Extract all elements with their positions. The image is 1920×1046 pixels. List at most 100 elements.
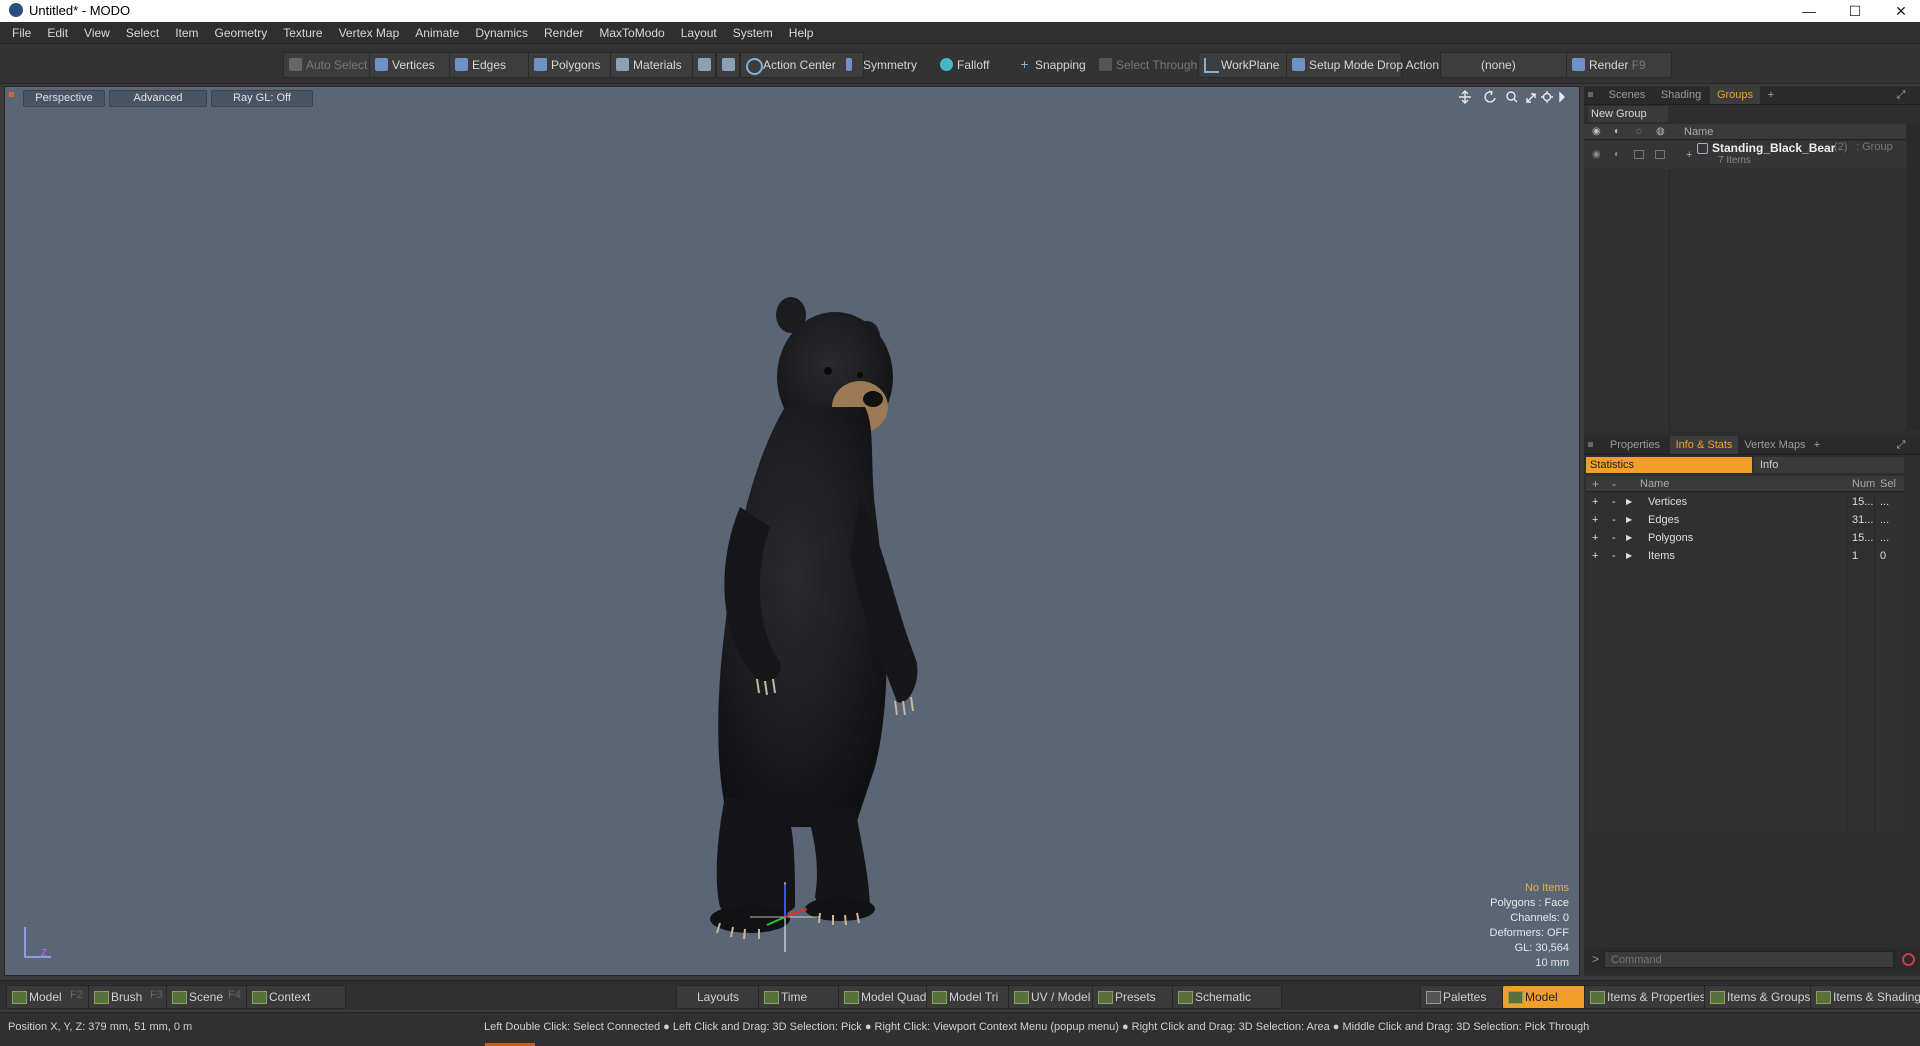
lock-header-icon: ◌ <box>1636 126 1642 137</box>
row-name: Polygons <box>1648 532 1694 544</box>
visibility-header-icon: ◉ <box>1592 126 1601 137</box>
view-mode-dropdown[interactable]: Perspective <box>23 90 105 107</box>
raygl-toggle[interactable]: Ray GL: Off <box>211 90 313 107</box>
command-input[interactable] <box>1604 951 1894 968</box>
tab-shading[interactable]: Shading <box>1656 86 1706 104</box>
expand-arrow-icon[interactable]: ▶ <box>1626 515 1632 524</box>
expand-arrow-icon[interactable]: ▶ <box>1626 533 1632 542</box>
maximize-button[interactable]: ☐ <box>1832 0 1878 22</box>
minimize-button[interactable]: — <box>1786 0 1832 22</box>
menu-animate[interactable]: Animate <box>407 22 467 44</box>
render-header-icon: ◐ <box>1614 126 1621 137</box>
rotate-icon[interactable] <box>1484 90 1496 103</box>
pan-icon[interactable] <box>1459 90 1471 104</box>
new-group-button[interactable]: New Group <box>1588 106 1668 122</box>
expand-panel-icon[interactable]: ⤢ <box>1894 86 1908 104</box>
pivot-mode-icon <box>722 58 735 71</box>
layout-items-shading-button[interactable]: Items & Shading <box>1810 985 1920 1009</box>
modo-logo-icon <box>9 3 23 17</box>
layout-icon <box>844 991 859 1004</box>
expand-arrow-icon[interactable]: ▶ <box>1626 497 1632 506</box>
groups-tabbar: Scenes Shading Groups + ⤢ <box>1584 86 1920 105</box>
viewport-menu-icon[interactable] <box>9 92 14 97</box>
remove-icon[interactable]: - <box>1612 550 1616 562</box>
pivot-mode-button[interactable] <box>716 52 740 78</box>
fkey-label: F3 <box>150 989 163 1001</box>
layout-icon <box>1590 991 1605 1004</box>
auto-select-icon <box>289 58 302 71</box>
render-button[interactable]: Render F9 <box>1566 52 1672 78</box>
add-icon[interactable]: + <box>1592 550 1598 562</box>
close-button[interactable]: ✕ <box>1878 0 1920 22</box>
bear-model[interactable] <box>645 207 945 957</box>
menu-render[interactable]: Render <box>536 22 591 44</box>
remove-icon[interactable]: - <box>1612 496 1616 508</box>
polygons-info: Polygons : Face <box>1490 897 1569 909</box>
menu-view[interactable]: View <box>76 22 118 44</box>
info-subtab[interactable]: Info <box>1754 457 1904 473</box>
remove-icon[interactable]: - <box>1612 514 1616 526</box>
tab-properties[interactable]: Properties <box>1604 436 1666 454</box>
layout-bar: Model F2 Brush F3 Scene F4 Context Layou… <box>0 980 1920 1010</box>
expand-panel-icon-2[interactable]: ⤢ <box>1894 436 1908 454</box>
tab-groups[interactable]: Groups <box>1710 86 1760 104</box>
add-tab-icon-2[interactable]: + <box>1810 436 1824 454</box>
table-row[interactable]: + - ▶ Polygons 15... ... <box>1586 530 1904 548</box>
add-icon[interactable]: + <box>1592 496 1598 508</box>
select-checkbox[interactable] <box>1655 150 1665 159</box>
lock-checkbox[interactable] <box>1634 150 1644 159</box>
vertices-icon <box>375 58 388 71</box>
panel-menu-icon-2[interactable] <box>1588 442 1593 447</box>
zoom-icon[interactable] <box>1506 91 1518 103</box>
gear-icon[interactable] <box>1541 91 1553 103</box>
menu-bar: File Edit View Select Item Geometry Texture Ver… <box>0 22 1920 44</box>
group-row[interactable]: ◉ ◐ + Standing_Black_Bear (2) : Group 7 … <box>1584 141 1906 169</box>
menu-help[interactable]: Help <box>781 22 822 44</box>
menu-geometry[interactable]: Geometry <box>207 22 276 44</box>
add-icon[interactable]: + <box>1592 532 1598 544</box>
command-bar: > <box>1584 948 1920 972</box>
menu-select[interactable]: Select <box>118 22 167 44</box>
table-row[interactable]: + - ▶ Edges 31... ... <box>1586 512 1904 530</box>
play-icon[interactable] <box>1559 91 1565 103</box>
shading-dropdown[interactable]: Advanced <box>109 90 207 107</box>
menu-vertex-map[interactable]: Vertex Map <box>331 22 408 44</box>
render-toggle-icon[interactable]: ◐ <box>1614 149 1620 160</box>
table-row[interactable]: + - ▶ Items 1 0 <box>1586 548 1904 566</box>
menu-texture[interactable]: Texture <box>275 22 330 44</box>
menu-item[interactable]: Item <box>167 22 206 44</box>
fit-icon[interactable] <box>1526 93 1536 103</box>
remove-all-icon[interactable]: - <box>1612 477 1616 491</box>
eye-icon[interactable]: ◉ <box>1592 149 1601 160</box>
add-icon[interactable]: + <box>1592 514 1598 526</box>
layout-context-button[interactable]: Context <box>246 985 346 1009</box>
tab-info-stats[interactable]: Info & Stats <box>1670 436 1738 454</box>
tab-scenes[interactable]: Scenes <box>1602 86 1652 104</box>
select-header-icon: ◍ <box>1656 126 1665 137</box>
menu-layout[interactable]: Layout <box>673 22 725 44</box>
groups-scrollbar[interactable] <box>1907 124 1920 430</box>
fkey-label: F4 <box>228 989 241 1001</box>
menu-dynamics[interactable]: Dynamics <box>467 22 536 44</box>
expand-icon[interactable]: + <box>1686 149 1692 161</box>
add-all-icon[interactable]: + <box>1592 477 1599 491</box>
remove-icon[interactable]: - <box>1612 532 1616 544</box>
fkey-label: F2 <box>70 989 83 1001</box>
panel-menu-icon[interactable] <box>1588 92 1593 97</box>
item-mode-button[interactable] <box>692 52 716 78</box>
statistics-subtab[interactable]: Statistics <box>1586 457 1752 473</box>
menu-edit[interactable]: Edit <box>39 22 76 44</box>
table-row[interactable]: + - ▶ Vertices 15... ... <box>1586 494 1904 512</box>
menu-file[interactable]: File <box>0 22 39 44</box>
layout-items-properties-button[interactable]: Items & Properties <box>1584 985 1724 1009</box>
layout-schematic-button[interactable]: Schematic <box>1172 985 1282 1009</box>
tab-vertex-maps[interactable]: Vertex Maps <box>1742 436 1808 454</box>
add-tab-icon[interactable]: + <box>1764 86 1778 104</box>
symmetry-icon <box>846 58 852 71</box>
window-title: Untitled* - MODO <box>29 3 131 18</box>
menu-system[interactable]: System <box>725 22 781 44</box>
3d-viewport[interactable]: Perspective Advanced Ray GL: Off Z No It… <box>4 86 1580 976</box>
expand-arrow-icon[interactable]: ▶ <box>1626 551 1632 560</box>
record-icon[interactable] <box>1902 953 1915 966</box>
menu-maxtomodo[interactable]: MaxToModo <box>591 22 672 44</box>
